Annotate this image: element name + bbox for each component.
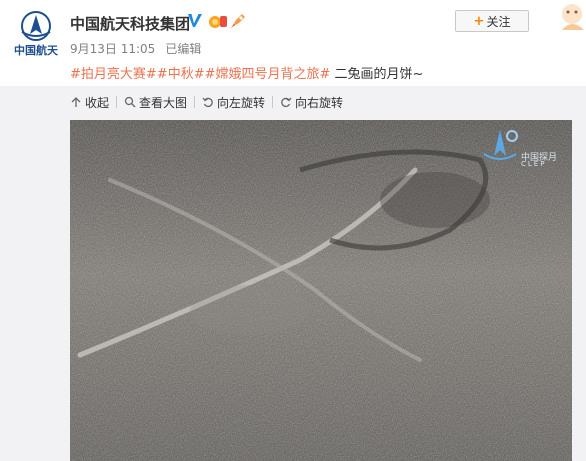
clep-logo-icon — [483, 130, 518, 160]
plus-icon: + — [473, 13, 485, 29]
decoration-graphic — [562, 4, 584, 30]
post-meta: 9月13日 11:05 已编辑 — [70, 40, 201, 57]
divider — [194, 96, 196, 108]
view-large-label: 查看大图 — [139, 95, 188, 110]
image-toolbar: 收起 查看大图 向左旋转 向右旋转 — [70, 93, 343, 111]
rotate-right-button[interactable]: 向右旋转 — [280, 94, 343, 111]
hashtag-link[interactable]: #中秋# — [157, 67, 205, 82]
avatar-caption: 中国航天 — [14, 44, 58, 57]
username[interactable]: 中国航天科技集团 — [70, 13, 190, 34]
hashtag-link[interactable]: #嫦娥四号月背之旅# — [205, 67, 331, 82]
post-header: 中国航天 中国航天科技集团 9月13日 11:05 已编辑 + 关注 #拍月亮大赛#… — [0, 0, 586, 86]
rotate-right-label: 向右旋转 — [295, 95, 344, 110]
lunar-surface-photo[interactable] — [70, 120, 572, 461]
rotate-right-icon — [281, 97, 292, 108]
casc-logo-icon — [21, 11, 51, 41]
rocket-icon[interactable] — [229, 12, 247, 30]
collapse-button[interactable]: 收起 — [70, 94, 109, 111]
divider — [272, 96, 274, 108]
follow-label: 关注 — [486, 14, 511, 29]
collapse-label: 收起 — [85, 95, 110, 110]
rotate-left-button[interactable]: 向左旋转 — [202, 94, 265, 111]
medal-icon[interactable] — [208, 13, 228, 29]
watermark-subtext: CLEP — [521, 160, 547, 168]
verified-v-icon[interactable] — [186, 12, 204, 30]
post-date[interactable]: 9月13日 11:05 — [70, 42, 155, 56]
zoom-icon — [124, 96, 136, 108]
edited-label[interactable]: 已编辑 — [165, 42, 201, 56]
hashtag-link[interactable]: #拍月亮大赛# — [70, 67, 157, 82]
lunar-surface-image — [70, 120, 572, 461]
rotate-left-label: 向左旋转 — [217, 95, 266, 110]
divider — [116, 96, 118, 108]
collapse-icon — [71, 97, 81, 107]
follow-button[interactable]: + 关注 — [455, 10, 529, 32]
post-body: 二兔画的月饼~ — [330, 67, 424, 82]
rotate-left-icon — [202, 97, 213, 108]
view-large-button[interactable]: 查看大图 — [124, 94, 187, 111]
post-text: #拍月亮大赛##中秋##嫦娥四号月背之旅# 二兔画的月饼~ — [70, 63, 423, 82]
